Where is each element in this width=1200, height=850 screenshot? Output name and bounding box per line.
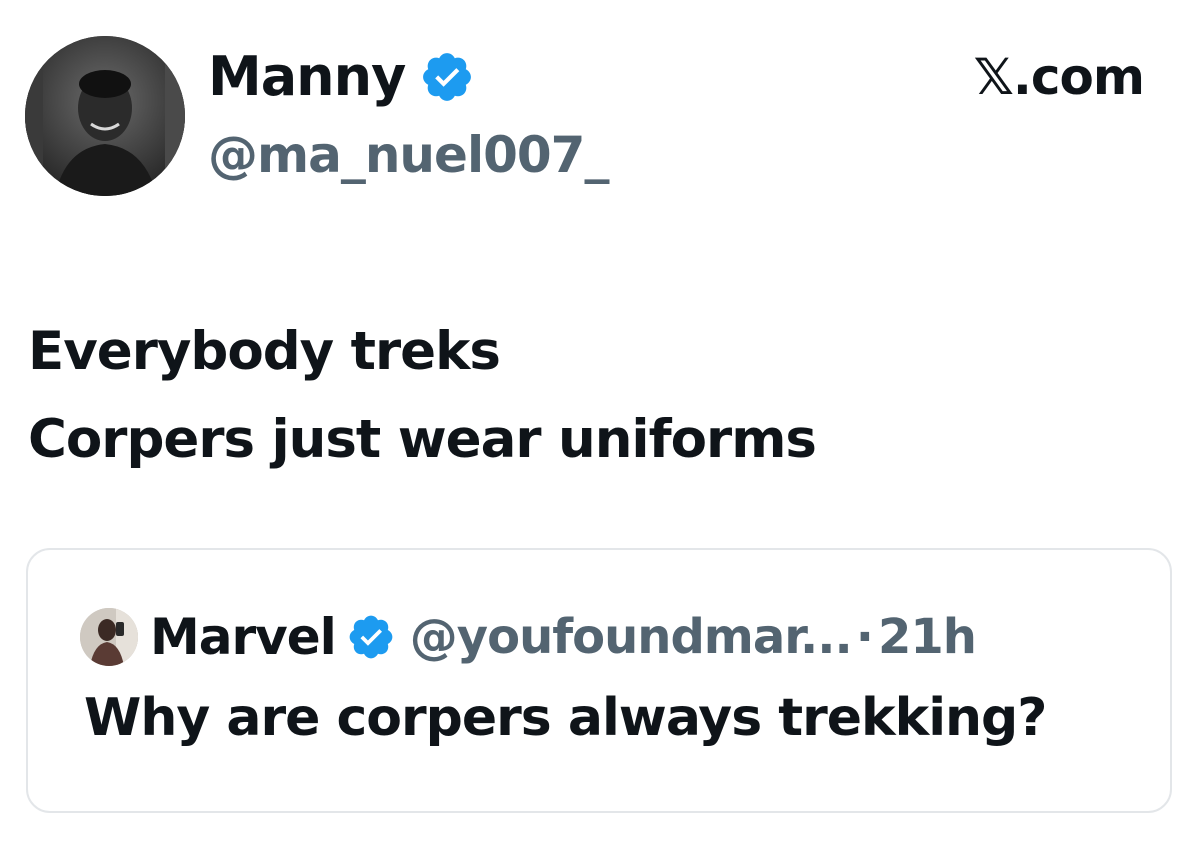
quoted-author-display-name[interactable]: Marvel (150, 608, 337, 666)
quoted-author-avatar[interactable] (80, 608, 138, 666)
verified-badge-icon (419, 49, 475, 105)
separator-dot: · (855, 609, 874, 665)
x-com-link[interactable]: 𝕏.com (974, 52, 1145, 102)
tweet-text-line: Everybody treks (28, 321, 501, 382)
quoted-tweet-card[interactable]: Marvel @youfoundmar... · 21h Why are cor… (26, 548, 1172, 813)
verified-badge-icon (346, 612, 396, 662)
tweet-text: Everybody treks Corpers just wear unifor… (28, 308, 817, 484)
author-handle[interactable]: @ma_nuel007_ (208, 130, 609, 180)
author-avatar[interactable] (25, 36, 185, 196)
author-name-row: Manny (208, 42, 475, 112)
quoted-author-handle[interactable]: @youfoundmar... (410, 609, 853, 665)
quoted-tweet-text: Why are corpers always trekking? (84, 688, 1047, 748)
quoted-tweet-timestamp[interactable]: 21h (878, 609, 977, 665)
quoted-tweet-header: Marvel @youfoundmar... · 21h (80, 590, 977, 684)
tweet-card: Manny @ma_nuel007_ 𝕏.com Everybody treks… (0, 0, 1200, 850)
tweet-text-line: Corpers just wear uniforms (28, 409, 817, 470)
author-display-name[interactable]: Manny (208, 50, 406, 104)
